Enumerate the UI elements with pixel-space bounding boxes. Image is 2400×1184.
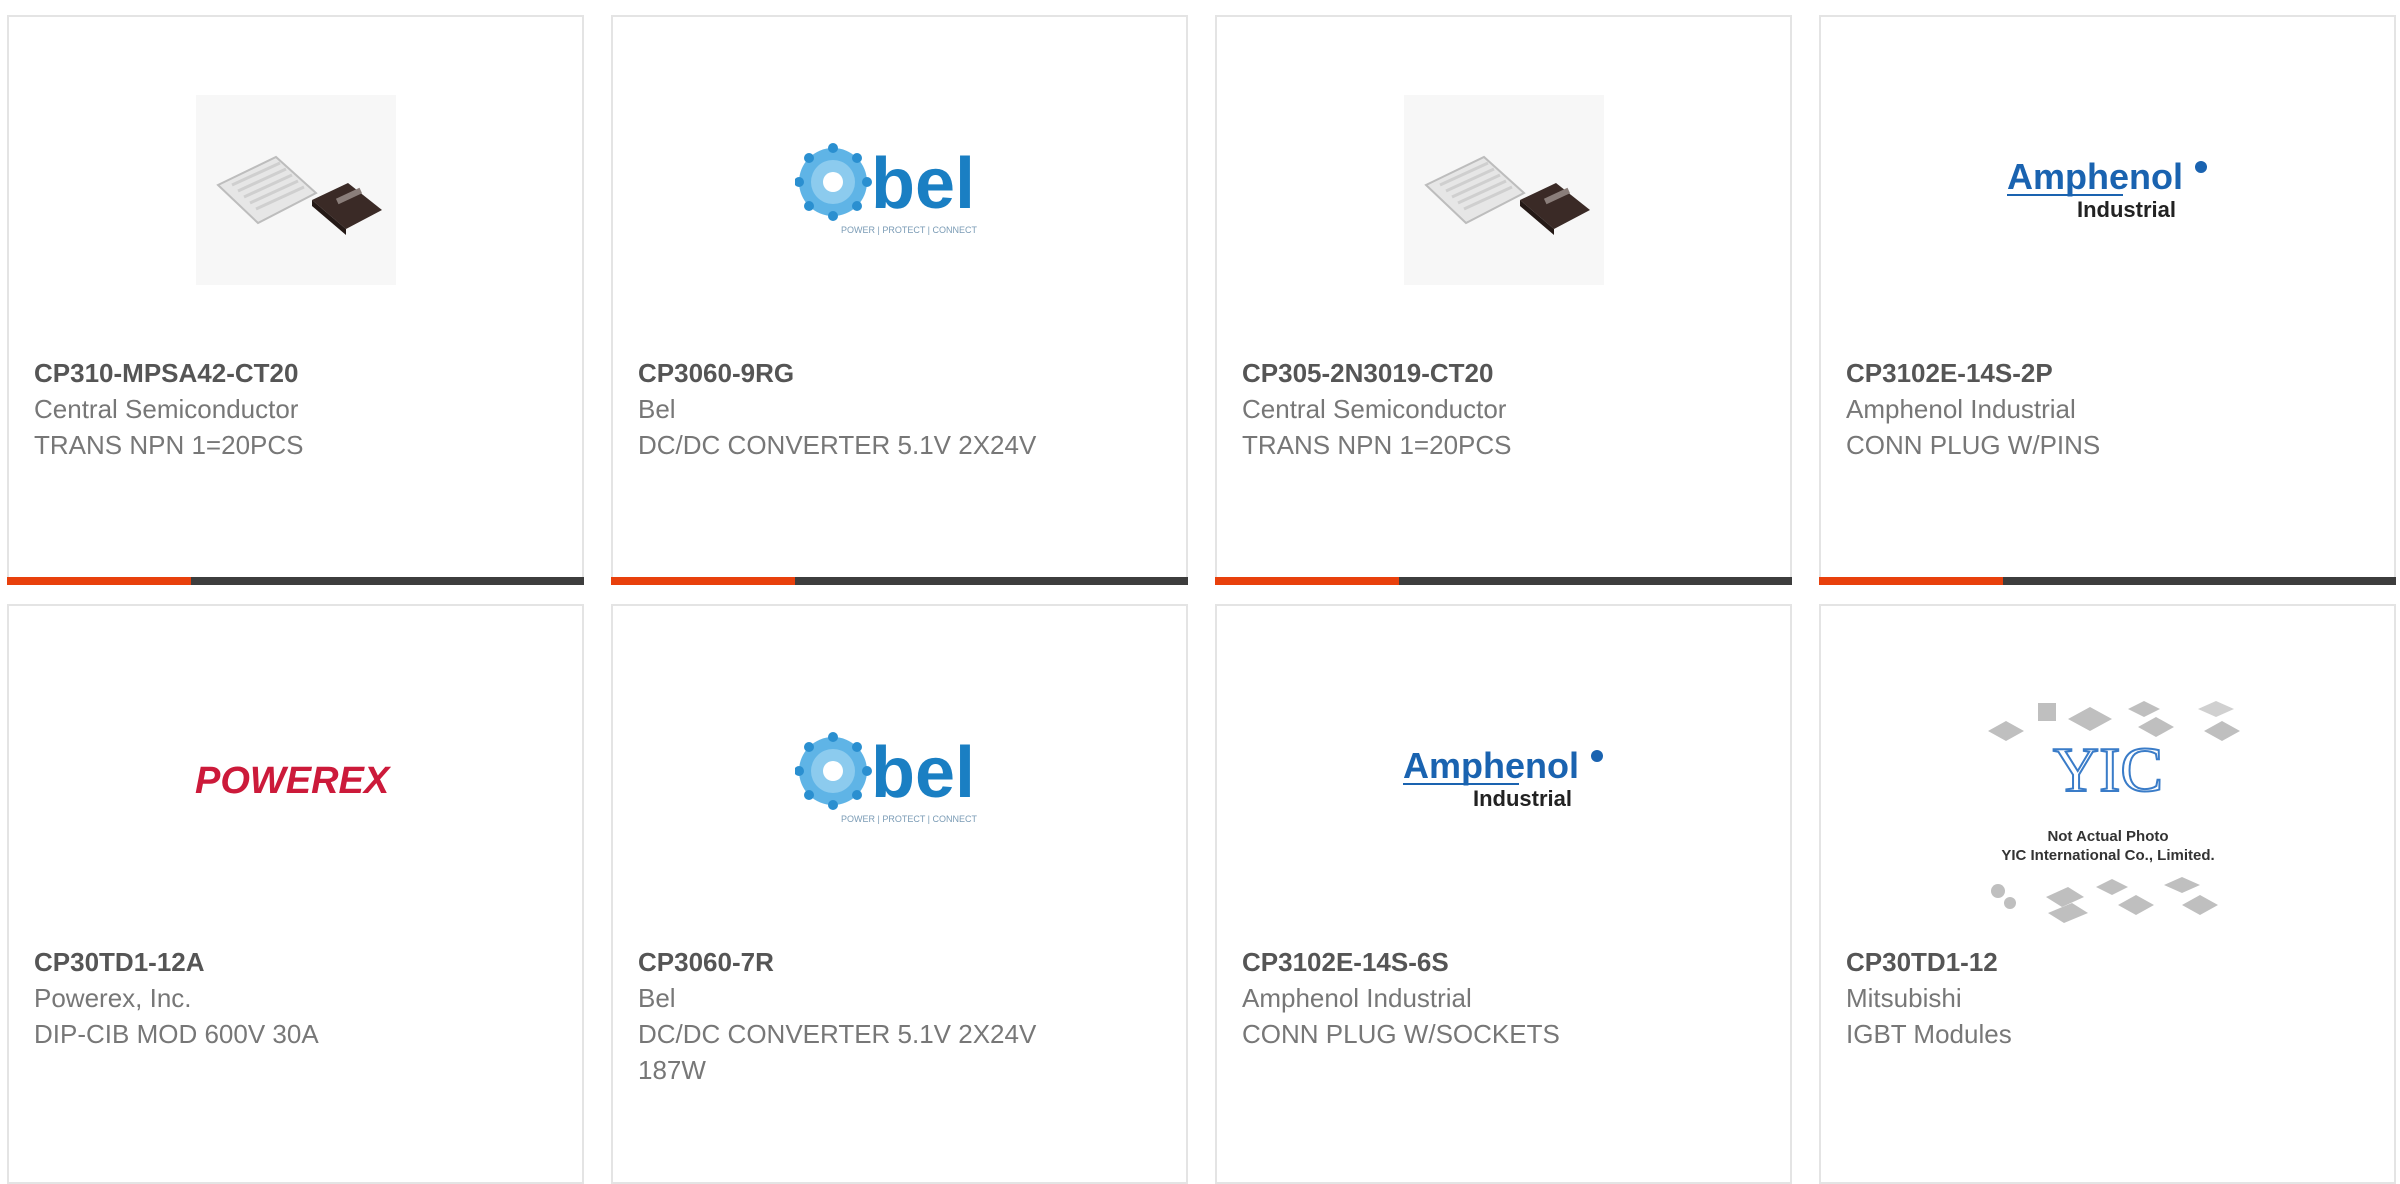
- card-accent-bar: [7, 577, 191, 585]
- product-image[interactable]: YIC Not Actual Photo YIC International C…: [1821, 691, 2394, 931]
- svg-text:YIC: YIC: [2052, 734, 2162, 805]
- product-info: CP30TD1-12 Mitsubishi IGBT Modules: [1846, 944, 2374, 1052]
- product-card[interactable]: bel POWER | PROTECT | CONNECT CP3060-7R …: [611, 604, 1188, 1184]
- product-description: CONN PLUG W/PINS: [1846, 430, 2101, 460]
- part-number[interactable]: CP305-2N3019-CT20: [1242, 355, 1770, 391]
- manufacturer-name: Powerex, Inc.: [34, 983, 192, 1013]
- part-number[interactable]: CP310-MPSA42-CT20: [34, 355, 562, 391]
- product-grid: CP310-MPSA42-CT20 Central Semiconductor …: [0, 0, 2400, 1184]
- product-description: DC/DC CONVERTER 5.1V 2X24V: [638, 430, 1037, 460]
- part-number[interactable]: CP30TD1-12A: [34, 944, 562, 980]
- card-footer-bar: [7, 577, 584, 585]
- product-image[interactable]: Amphenol Industrial: [1821, 75, 2394, 305]
- part-number[interactable]: CP3102E-14S-6S: [1242, 944, 1770, 980]
- svg-text:Amphenol: Amphenol: [2007, 156, 2183, 197]
- product-info: CP305-2N3019-CT20 Central Semiconductor …: [1242, 355, 1770, 463]
- product-info: CP3102E-14S-2P Amphenol Industrial CONN …: [1846, 355, 2374, 463]
- product-image[interactable]: bel POWER | PROTECT | CONNECT: [613, 75, 1186, 305]
- svg-text:Amphenol: Amphenol: [1403, 745, 1579, 786]
- card-accent-bar: [1215, 577, 1399, 585]
- manufacturer-name: Central Semiconductor: [1242, 394, 1507, 424]
- amphenol-logo-icon: Amphenol Industrial: [2006, 156, 2207, 222]
- svg-text:POWEREX: POWEREX: [195, 760, 392, 802]
- part-number[interactable]: CP3060-7R: [638, 944, 1166, 980]
- card-accent-bar: [611, 577, 795, 585]
- product-card[interactable]: bel POWER | PROTECT | CONNECT CP3060-9RG…: [611, 15, 1188, 585]
- product-card[interactable]: YIC Not Actual Photo YIC International C…: [1819, 604, 2396, 1184]
- product-info: CP3060-9RG Bel DC/DC CONVERTER 5.1V 2X24…: [638, 355, 1166, 463]
- part-number[interactable]: CP30TD1-12: [1846, 944, 2374, 980]
- manufacturer-name: Amphenol Industrial: [1846, 394, 2076, 424]
- product-image[interactable]: bel POWER | PROTECT | CONNECT: [613, 664, 1186, 894]
- svg-text:POWER | PROTECT | CONNECT: POWER | PROTECT | CONNECT: [841, 814, 978, 824]
- card-accent-bar: [1819, 577, 2003, 585]
- chip-photo-icon: [195, 95, 396, 285]
- card-footer-bar: [1819, 577, 2396, 585]
- manufacturer-name: Bel: [638, 394, 676, 424]
- part-number[interactable]: CP3102E-14S-2P: [1846, 355, 2374, 391]
- svg-text:bel: bel: [871, 733, 975, 813]
- bel-logo-icon: bel POWER | PROTECT | CONNECT: [794, 143, 978, 235]
- manufacturer-name: Central Semiconductor: [34, 394, 299, 424]
- product-card[interactable]: Amphenol Industrial CP3102E-14S-6S Amphe…: [1215, 604, 1792, 1184]
- manufacturer-name: Mitsubishi: [1846, 983, 1962, 1013]
- card-footer-bar: [1215, 577, 1792, 585]
- svg-text:bel: bel: [871, 144, 975, 224]
- svg-text:Not Actual Photo: Not Actual Photo: [2047, 828, 2168, 845]
- product-description: DIP-CIB MOD 600V 30A: [34, 1019, 319, 1049]
- bel-logo-icon: bel POWER | PROTECT | CONNECT: [794, 732, 978, 824]
- svg-text:YIC International Co., Limited: YIC International Co., Limited.: [2001, 847, 2214, 864]
- product-card[interactable]: POWEREX CP30TD1-12A Powerex, Inc. DIP-CI…: [7, 604, 584, 1184]
- product-description: DC/DC CONVERTER 5.1V 2X24V 187W: [638, 1019, 1037, 1085]
- product-image[interactable]: [1217, 75, 1790, 305]
- product-info: CP30TD1-12A Powerex, Inc. DIP-CIB MOD 60…: [34, 944, 562, 1052]
- product-description: CONN PLUG W/SOCKETS: [1242, 1019, 1560, 1049]
- product-image[interactable]: [9, 75, 582, 305]
- manufacturer-name: Bel: [638, 983, 676, 1013]
- product-description: IGBT Modules: [1846, 1019, 2012, 1049]
- product-info: CP3102E-14S-6S Amphenol Industrial CONN …: [1242, 944, 1770, 1052]
- product-card[interactable]: Amphenol Industrial CP3102E-14S-2P Amphe…: [1819, 15, 2396, 585]
- powerex-logo-icon: POWEREX: [195, 760, 392, 802]
- manufacturer-name: Amphenol Industrial: [1242, 983, 1472, 1013]
- product-image[interactable]: POWEREX: [9, 664, 582, 894]
- part-number[interactable]: CP3060-9RG: [638, 355, 1166, 391]
- product-card[interactable]: CP305-2N3019-CT20 Central Semiconductor …: [1215, 15, 1792, 585]
- product-info: CP310-MPSA42-CT20 Central Semiconductor …: [34, 355, 562, 463]
- product-image[interactable]: Amphenol Industrial: [1217, 664, 1790, 894]
- product-card[interactable]: CP310-MPSA42-CT20 Central Semiconductor …: [7, 15, 584, 585]
- product-description: TRANS NPN 1=20PCS: [34, 430, 304, 460]
- product-info: CP3060-7R Bel DC/DC CONVERTER 5.1V 2X24V…: [638, 944, 1166, 1088]
- chip-photo-icon: [1403, 95, 1604, 285]
- card-footer-bar: [611, 577, 1188, 585]
- yic-placeholder-icon: YIC Not Actual Photo YIC International C…: [1987, 701, 2240, 923]
- amphenol-logo-icon: Amphenol Industrial: [1402, 745, 1603, 811]
- product-description: TRANS NPN 1=20PCS: [1242, 430, 1512, 460]
- svg-text:Industrial: Industrial: [2077, 197, 2176, 222]
- svg-text:Industrial: Industrial: [1473, 786, 1572, 811]
- svg-text:POWER | PROTECT | CONNECT: POWER | PROTECT | CONNECT: [841, 225, 978, 235]
